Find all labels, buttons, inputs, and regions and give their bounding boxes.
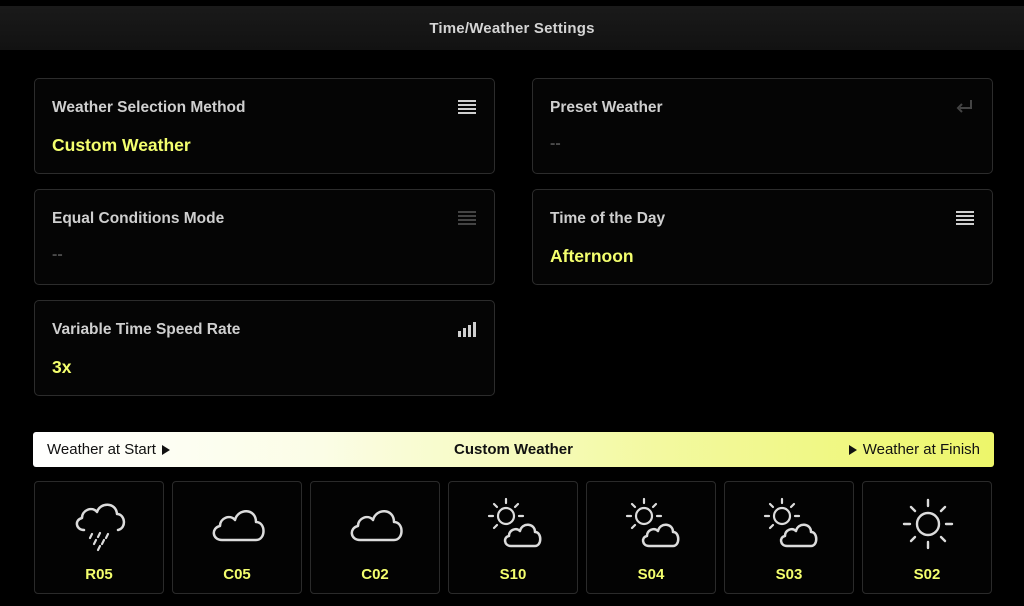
- setting-label: Weather Selection Method: [52, 99, 246, 116]
- weather-code: S10: [499, 566, 527, 583]
- weather-selection-method-setting[interactable]: Weather Selection Method Custom Weather: [34, 78, 495, 174]
- weather-code: S04: [637, 566, 665, 583]
- sun-icon: [902, 498, 954, 550]
- setting-value: --: [550, 135, 561, 152]
- sun-behind-cloud-icon: [625, 497, 680, 548]
- variable-time-speed-rate-setting[interactable]: Variable Time Speed Rate 3x: [34, 300, 495, 396]
- weather-slot[interactable]: S04: [586, 481, 716, 594]
- weather-code: C02: [361, 566, 389, 583]
- weather-slot[interactable]: C02: [310, 481, 440, 594]
- signal-bars-icon: [458, 322, 476, 337]
- cloud-icon: [212, 510, 265, 542]
- weather-slot[interactable]: R05: [34, 481, 164, 594]
- cloud-icon: [350, 510, 403, 542]
- setting-value: --: [52, 246, 63, 263]
- page-title: Time/Weather Settings: [429, 19, 595, 37]
- weather-at-finish-label: Weather at Finish: [848, 441, 980, 458]
- list-icon: [956, 211, 974, 225]
- weather-code: R05: [85, 566, 113, 583]
- weather-code: S03: [775, 566, 803, 583]
- weather-code: C05: [223, 566, 251, 583]
- sun-behind-cloud-icon: [487, 497, 542, 548]
- setting-value: 3x: [52, 357, 72, 377]
- setting-label: Preset Weather: [550, 99, 663, 116]
- setting-value: Custom Weather: [52, 135, 191, 155]
- weather-code: S02: [913, 566, 941, 583]
- time-of-the-day-setting[interactable]: Time of the Day Afternoon: [532, 189, 993, 285]
- weather-slot[interactable]: C05: [172, 481, 302, 594]
- weather-timeline-strip: Weather at Start Custom Weather Weather …: [33, 432, 994, 467]
- weather-slot[interactable]: S10: [448, 481, 578, 594]
- preset-weather-setting[interactable]: Preset Weather --: [532, 78, 993, 174]
- setting-value: Afternoon: [550, 246, 634, 266]
- setting-label: Equal Conditions Mode: [52, 210, 225, 227]
- finish-label-text: Weather at Finish: [862, 441, 980, 458]
- setting-label: Variable Time Speed Rate: [52, 321, 241, 338]
- return-icon: [956, 100, 972, 113]
- rain-cloud-icon: [75, 503, 126, 552]
- list-icon: [458, 211, 476, 225]
- play-arrow-icon: [848, 444, 857, 455]
- header-bar: Time/Weather Settings: [0, 6, 1024, 50]
- weather-slot[interactable]: S03: [724, 481, 854, 594]
- list-icon: [458, 100, 476, 114]
- equal-conditions-mode-setting[interactable]: Equal Conditions Mode --: [34, 189, 495, 285]
- setting-label: Time of the Day: [550, 210, 666, 227]
- weather-slot[interactable]: S02: [862, 481, 992, 594]
- sun-behind-cloud-icon: [763, 497, 818, 548]
- weather-slot-row: R05 C05 C02 S10 S04 S03 S02: [34, 481, 993, 594]
